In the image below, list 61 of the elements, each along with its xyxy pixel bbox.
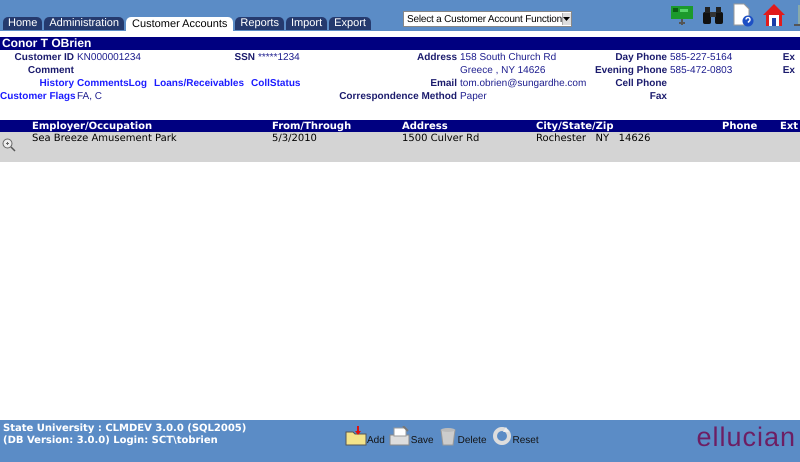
customer-link[interactable]: CollStatus <box>251 77 300 90</box>
field-value: 158 South Church Rd <box>460 51 558 64</box>
trash-can-icon <box>438 426 458 446</box>
customer-link[interactable]: Loans/Receivables <box>154 77 244 90</box>
field-value: FA, C <box>77 90 104 103</box>
customer-link[interactable]: History <box>0 77 74 90</box>
table-cell: Rochester NY 14626 <box>536 133 650 144</box>
table-cell: 1500 Culver Rd <box>402 133 480 144</box>
field-label: Address <box>416 51 457 64</box>
magnifier-icon[interactable] <box>2 138 16 152</box>
field-value: Paper <box>460 90 488 103</box>
add-button[interactable]: Add <box>345 426 385 446</box>
column-header: Employer/Occupation <box>32 120 152 132</box>
field-value: Greece , NY 14626 <box>460 64 546 77</box>
nav-tab[interactable]: Home <box>3 17 42 30</box>
field-label: Ex <box>782 51 795 64</box>
customer-link[interactable]: Customer Flags <box>0 90 74 103</box>
table-cell: 5/3/2010 <box>272 133 317 144</box>
caret-icon <box>563 17 570 21</box>
reset-button[interactable]: Reset <box>490 426 539 446</box>
nav-tab[interactable]: Customer Accounts <box>126 17 234 31</box>
home-icon[interactable] <box>762 3 786 27</box>
nav-tab[interactable]: Import <box>286 17 328 30</box>
field-value: *****1234 <box>258 51 301 64</box>
field-value: 585-472-0803 <box>670 64 734 77</box>
folder-icon <box>345 426 367 446</box>
printer-icon <box>388 426 411 446</box>
column-header: Ext <box>780 120 798 132</box>
nav-tab[interactable]: Reports <box>235 17 284 30</box>
footer-text: (DB Version: 3.0.0) Login: SCT\tobrien <box>3 435 219 447</box>
field-label: Correspondence Method <box>338 90 457 103</box>
field-label: Ex <box>782 64 795 77</box>
field-label: Email <box>429 77 457 90</box>
field-label: SSN <box>233 51 255 64</box>
field-label: Fax <box>648 90 667 103</box>
column-header: Address <box>402 120 448 132</box>
customer-name: Conor T OBrien <box>0 37 800 50</box>
help-document-icon[interactable] <box>732 3 754 27</box>
binoculars-icon[interactable] <box>702 4 724 26</box>
table-cell: Sea Breeze Amusement Park <box>32 133 177 144</box>
field-label: Comment <box>26 64 74 77</box>
function-select[interactable]: Select a Customer Account Function <box>403 11 572 27</box>
nav-tab[interactable]: Administration <box>44 17 124 30</box>
circuit-board-icon[interactable] <box>670 3 694 27</box>
field-value: KN000001234 <box>77 51 142 64</box>
footer-text: State University : CLMDEV 3.0.0 (SQL2005) <box>3 423 248 435</box>
column-header: City/State/Zip <box>536 120 614 132</box>
field-label: Cell Phone <box>614 77 667 90</box>
logo: ellucian <box>696 422 796 453</box>
field-value: tom.obrien@sungardhe.com <box>460 77 588 90</box>
delete-button[interactable]: Delete <box>438 426 486 446</box>
field-label: Evening Phone <box>595 64 667 77</box>
customer-link[interactable]: CommentsLog <box>77 77 147 90</box>
field-label: Customer ID <box>14 51 74 64</box>
nav-tab[interactable]: Export <box>329 17 371 30</box>
circular-arrows-icon <box>490 426 512 446</box>
field-label: Day Phone <box>614 51 667 64</box>
column-header: From/Through <box>272 120 352 132</box>
save-button[interactable]: Save <box>388 426 434 446</box>
column-header: Phone <box>722 120 758 132</box>
field-value: 585-227-5164 <box>670 51 734 64</box>
